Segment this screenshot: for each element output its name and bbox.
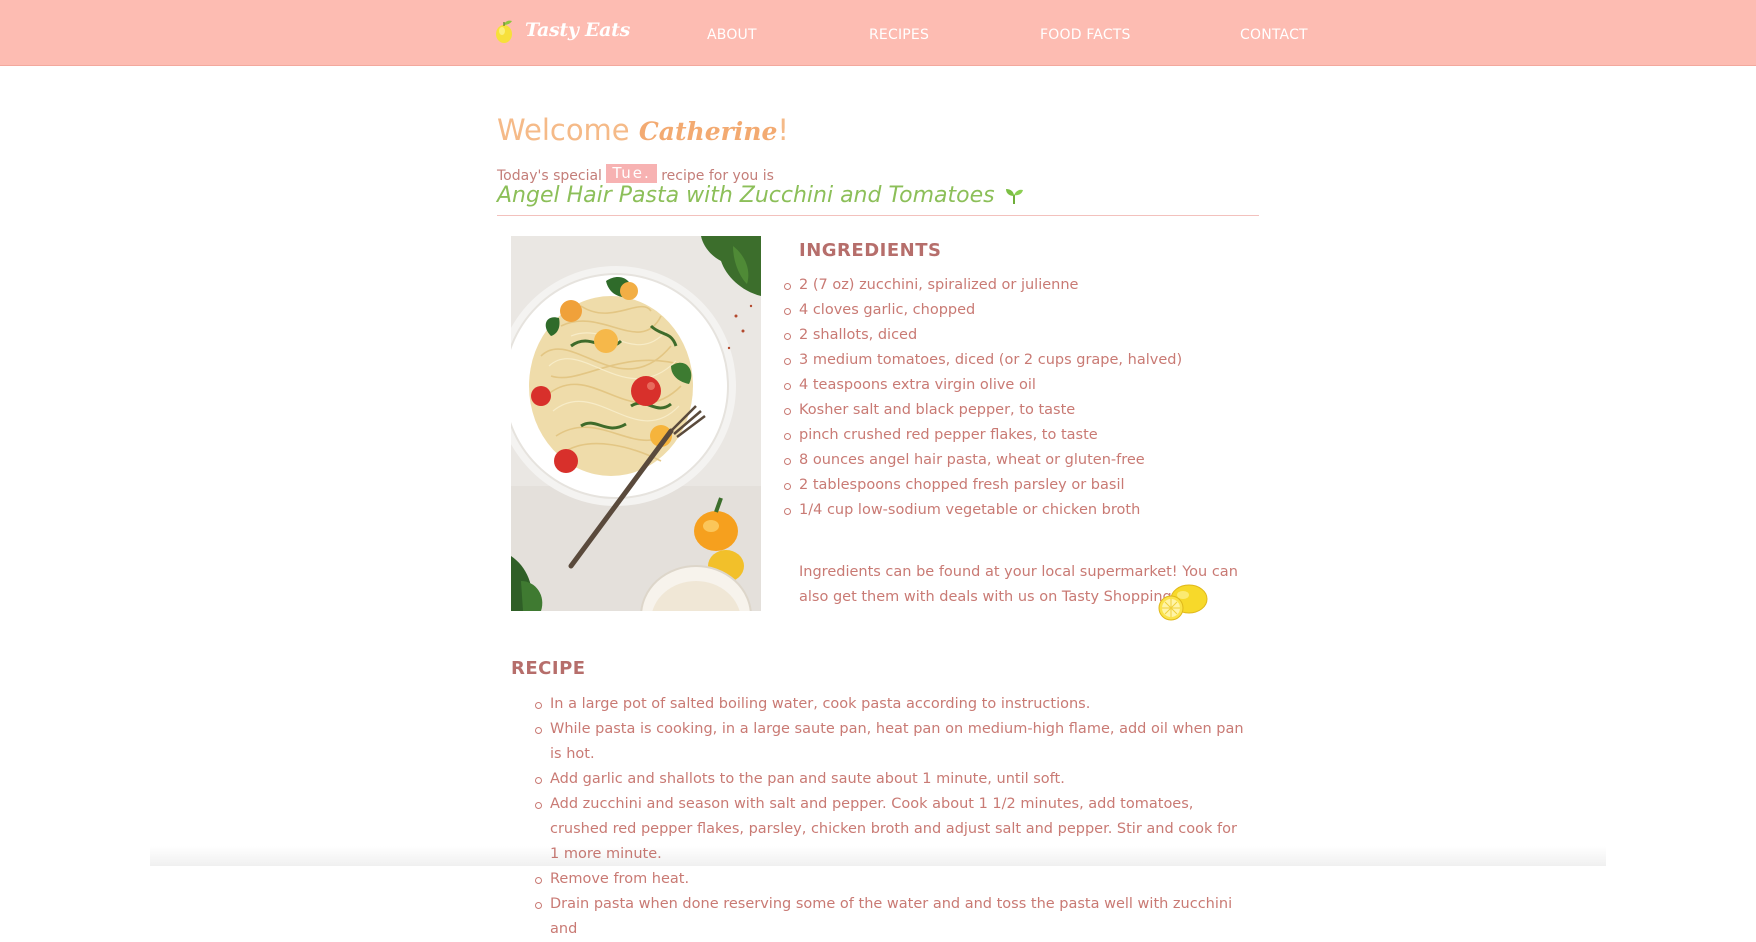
recipe-step: Add zucchini and season with salt and pe…	[535, 792, 1250, 867]
recipe-step: Add garlic and shallots to the pan and s…	[535, 767, 1250, 792]
ingredients-heading: INGREDIENTS	[799, 240, 942, 261]
pasta-dish-photo	[511, 236, 761, 611]
recipe-steps-list: In a large pot of salted boiling water, …	[535, 692, 1250, 942]
special-prefix: Today's special	[497, 168, 602, 184]
recipe-step: In a large pot of salted boiling water, …	[535, 692, 1250, 717]
welcome-heading: Welcome Catherine!	[497, 113, 789, 147]
recipe-title: Angel Hair Pasta with Zucchini and Tomat…	[497, 183, 1024, 208]
welcome-punct: !	[777, 113, 789, 147]
nav-about[interactable]: ABOUT	[707, 27, 757, 43]
ingredient-item: 2 tablespoons chopped fresh parsley or b…	[783, 473, 1182, 498]
title-divider	[497, 215, 1259, 216]
recipe-step: Remove from heat.	[535, 867, 1250, 892]
ingredient-item: 4 teaspoons extra virgin olive oil	[783, 373, 1182, 398]
nav-contact[interactable]: CONTACT	[1240, 27, 1308, 43]
brand-name: Tasty Eats	[525, 19, 631, 41]
ingredient-item: 1/4 cup low-sodium vegetable or chicken …	[783, 498, 1182, 523]
ingredient-item: Kosher salt and black pepper, to taste	[783, 398, 1182, 423]
ingredient-item: 8 ounces angel hair pasta, wheat or glut…	[783, 448, 1182, 473]
ingredient-item: 2 shallots, diced	[783, 323, 1182, 348]
welcome-greeting: Welcome	[497, 113, 630, 147]
special-line: Today's special Tue. recipe for you is	[497, 164, 774, 184]
user-name: Catherine	[638, 117, 778, 146]
sprout-icon	[1005, 189, 1023, 204]
ingredient-item: pinch crushed red pepper flakes, to tast…	[783, 423, 1182, 448]
site-header: Tasty Eats ABOUT RECIPES FOOD FACTS CONT…	[0, 0, 1756, 66]
nav-recipes[interactable]: RECIPES	[869, 27, 929, 43]
ingredients-list: 2 (7 oz) zucchini, spiralized or julienn…	[783, 273, 1182, 523]
nav-food-facts[interactable]: FOOD FACTS	[1040, 27, 1131, 43]
recipe-step: While pasta is cooking, in a large saute…	[535, 717, 1250, 767]
ingredient-item: 3 medium tomatoes, diced (or 2 cups grap…	[783, 348, 1182, 373]
lemon-icon	[496, 20, 512, 43]
special-suffix: recipe for you is	[661, 168, 774, 184]
lemons-icon	[1158, 584, 1208, 621]
recipe-step: Drain pasta when done reserving some of …	[535, 892, 1250, 942]
ingredient-item: 4 cloves garlic, chopped	[783, 298, 1182, 323]
recipe-title-text: Angel Hair Pasta with Zucchini and Tomat…	[497, 183, 995, 208]
recipe-heading: RECIPE	[511, 658, 586, 679]
ingredient-item: 2 (7 oz) zucchini, spiralized or julienn…	[783, 273, 1182, 298]
day-badge: Tue.	[606, 164, 657, 183]
